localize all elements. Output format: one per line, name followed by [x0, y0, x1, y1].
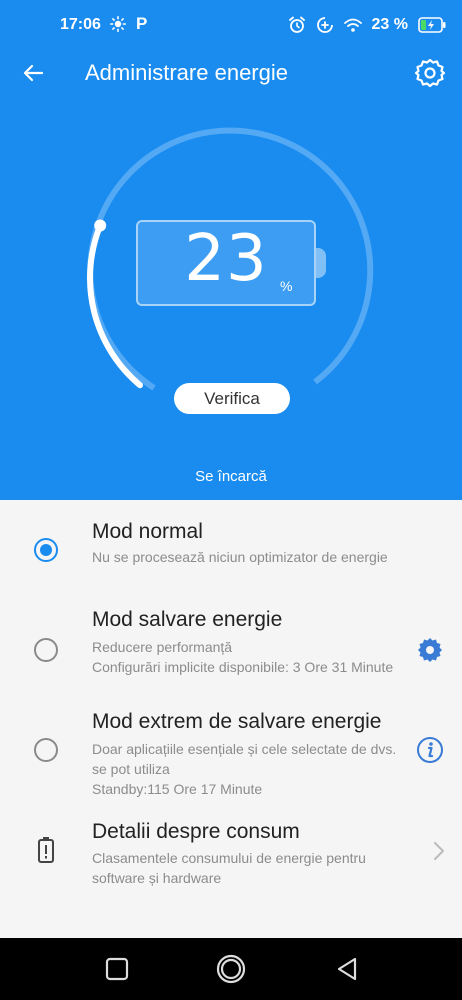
consumption-details[interactable]: Detalii despre consum Clasamentele consu… — [0, 818, 462, 898]
power-mode-list: Mod normal Nu se procesează niciun optim… — [0, 500, 462, 938]
battery-charging-icon — [418, 17, 446, 33]
header-panel: 17:06 P 23 % Administrare energie 23 % V… — [0, 0, 462, 500]
back-button[interactable] — [18, 58, 48, 88]
data-saver-icon — [316, 17, 333, 33]
mode-normal-radio[interactable] — [34, 538, 58, 562]
mode-normal[interactable]: Mod normal Nu se procesează niciun optim… — [0, 500, 462, 596]
gear-icon[interactable] — [414, 57, 446, 89]
home-button-icon[interactable] — [215, 953, 247, 985]
charging-status: Se încarcă — [195, 468, 267, 485]
mode-subtitle: Reducere performanță — [92, 639, 233, 655]
p-app-icon: P — [136, 14, 148, 33]
status-icons: 23 % — [288, 12, 446, 38]
info-icon[interactable] — [416, 736, 444, 764]
status-time: 17:06 — [60, 16, 101, 33]
status-bar: 17:06 P 23 % — [0, 0, 462, 50]
mode-extreme-saving-radio[interactable] — [34, 738, 58, 762]
toolbar: Administrare energie — [0, 50, 462, 94]
details-subtitle: Clasamentele consumului de energie pentr… — [92, 850, 366, 886]
arrow-left-icon — [23, 64, 44, 82]
mode-subtitle: Doar aplicațiile esențiale și cele selec… — [92, 741, 397, 777]
battery-cap — [316, 248, 326, 278]
mode-title: Mod salvare energie — [92, 608, 283, 631]
status-battery-percent: 23 % — [371, 16, 408, 33]
mode-title: Mod extrem de salvare energie — [92, 710, 382, 733]
gauge-knob — [94, 219, 107, 232]
wifi-icon — [343, 18, 362, 32]
battery-alert-icon — [38, 837, 54, 863]
mode-title: Mod normal — [92, 520, 203, 543]
page-title: Administrare energie — [85, 60, 288, 85]
details-title: Detalii despre consum — [92, 820, 300, 843]
mode-subtitle: Nu se procesează niciun optimizator de e… — [92, 549, 388, 565]
verify-button[interactable]: Verifica — [174, 383, 290, 414]
mode-detail: Configurări implicite disponibile: 3 Ore… — [92, 659, 394, 675]
mode-detail: Standby:115 Ore 17 Minute — [92, 781, 263, 797]
mode-power-saving-radio[interactable] — [34, 638, 58, 662]
back-button-icon[interactable] — [333, 955, 361, 983]
recents-button-icon[interactable] — [103, 955, 131, 983]
battery-unit: % — [280, 278, 293, 294]
gear-icon[interactable] — [416, 636, 444, 664]
chevron-right-icon — [434, 842, 444, 860]
navigation-bar — [0, 938, 462, 1000]
mode-extreme-saving[interactable]: Mod extrem de salvare energie Doar aplic… — [0, 704, 462, 804]
alarm-icon — [288, 16, 305, 33]
mode-power-saving[interactable]: Mod salvare energie Reducere performanță… — [0, 598, 462, 698]
sun-icon — [110, 16, 126, 32]
